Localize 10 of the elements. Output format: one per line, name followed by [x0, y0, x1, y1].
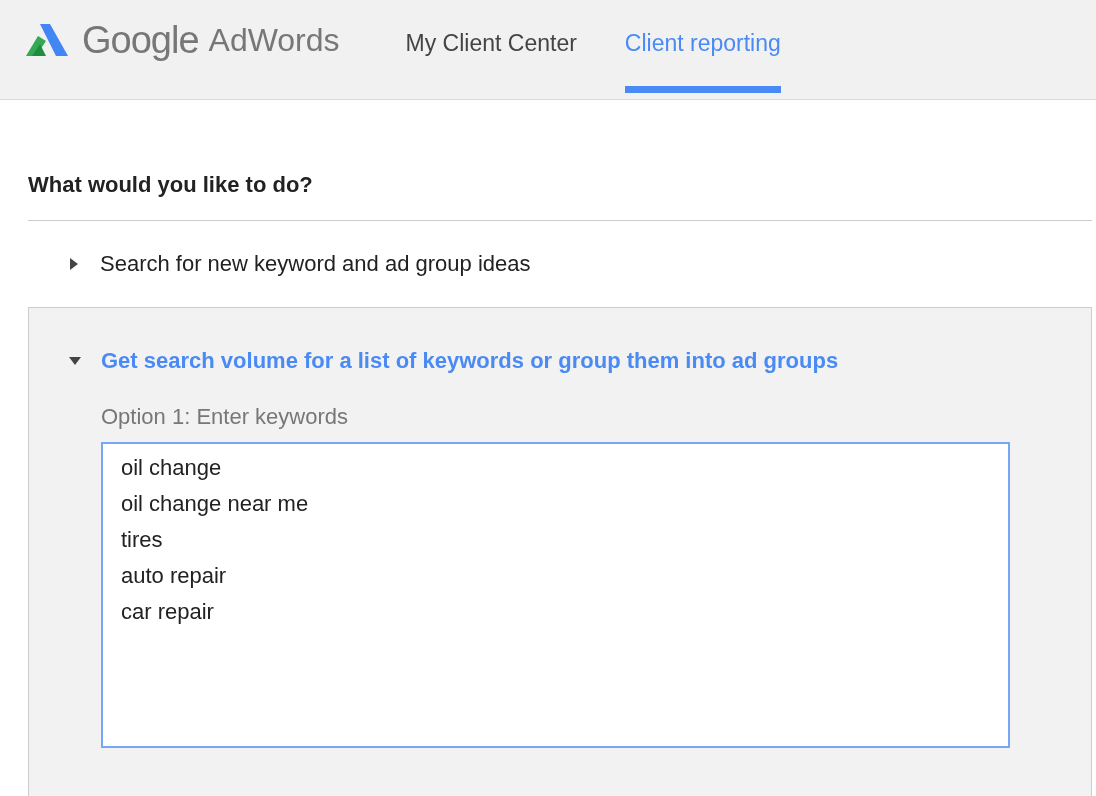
field-label: Option 1: Enter keywords: [101, 404, 349, 430]
section-heading: What would you like to do?: [28, 172, 314, 199]
logo-brand-text: Google: [82, 18, 199, 62]
logo-product-text: AdWords: [208, 21, 340, 59]
option-link[interactable]: Search for new keyword and ad group ideas: [100, 251, 531, 277]
nav-tab[interactable]: My Client Center: [405, 0, 577, 93]
caret-icon[interactable]: [70, 258, 78, 270]
logo-icon: [26, 24, 68, 56]
caret-icon[interactable]: [69, 357, 81, 365]
keywords-field[interactable]: oil change oil change near me tires auto repair car repair: [101, 442, 1010, 748]
